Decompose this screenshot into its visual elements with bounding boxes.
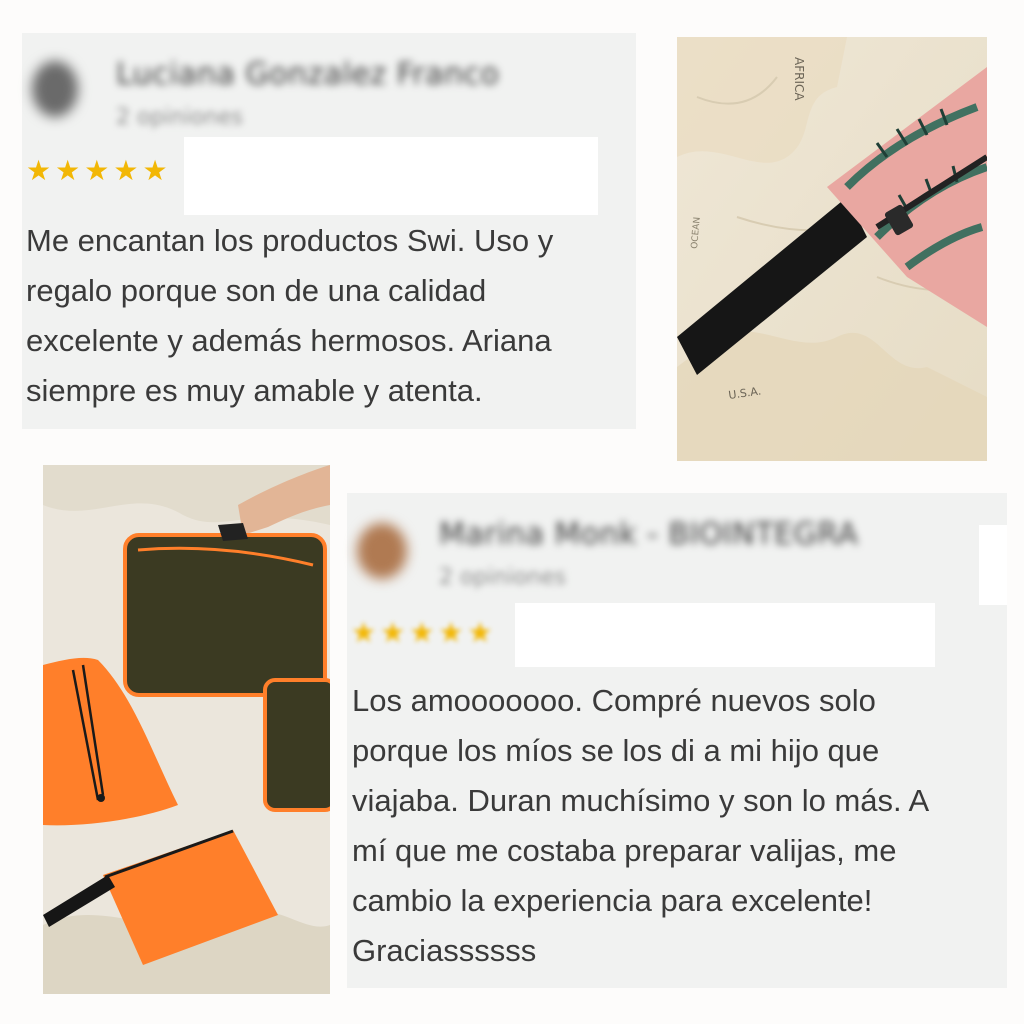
review-line: Los amooooooo. Compré nuevos solo	[352, 683, 876, 718]
travel-organizers-illustration	[43, 465, 330, 994]
star-icon: ★	[142, 154, 168, 187]
reviewer-subtitle: 2 opiniones	[116, 105, 243, 130]
star-icon: ★	[26, 154, 52, 187]
star-icon: ★	[84, 154, 110, 187]
reviewer-name: Luciana Gonzalez Franco	[116, 57, 500, 92]
review-line: mí que me costaba preparar valijas, me	[352, 833, 897, 868]
reviewer-name: Marina Monk - BIOINTEGRA	[439, 517, 859, 552]
star-icon: ★	[438, 616, 464, 649]
star-rating: ★ ★ ★ ★ ★	[351, 619, 493, 647]
star-icon: ★	[55, 154, 81, 187]
star-icon: ★	[113, 154, 139, 187]
review-line: viajaba. Duran muchísimo y son lo más. A	[352, 783, 930, 818]
review-card-1: Luciana Gonzalez Franco 2 opiniones ★ ★ …	[22, 33, 636, 429]
reviewer-avatar	[357, 523, 407, 579]
leaf-pouch-illustration: AFRICA OCEAN U.S.A.	[677, 37, 987, 461]
map-label: AFRICA	[792, 57, 806, 101]
star-icon: ★	[409, 616, 435, 649]
review-line: cambio la experiencia para excelente!	[352, 883, 873, 918]
redaction-box	[979, 525, 1007, 605]
star-icon: ★	[351, 616, 377, 649]
photo-leaf-pouch: AFRICA OCEAN U.S.A.	[677, 37, 987, 461]
star-icon: ★	[467, 616, 493, 649]
redaction-box	[184, 137, 598, 215]
photo-travel-organizers	[43, 465, 330, 994]
star-icon: ★	[380, 616, 406, 649]
small-olive-cube	[263, 678, 330, 812]
olive-packing-cube	[123, 533, 327, 697]
redaction-box	[515, 603, 935, 667]
review-line: regalo porque son de una calidad	[26, 273, 487, 308]
review-line: Graciassssss	[352, 933, 537, 968]
review-line: porque los míos se los di a mi hijo que	[352, 733, 880, 768]
star-rating: ★ ★ ★ ★ ★	[26, 157, 168, 185]
review-card-2: Marina Monk - BIOINTEGRA 2 opiniones ★ ★…	[347, 493, 1007, 988]
review-line: Me encantan los productos Swi. Uso y	[26, 223, 554, 258]
review-text: Me encantan los productos Swi. Uso y reg…	[26, 216, 632, 416]
review-line: excelente y además hermosos. Ariana	[26, 323, 552, 358]
review-text: Los amooooooo. Compré nuevos solo porque…	[352, 676, 1004, 976]
reviewer-subtitle: 2 opiniones	[439, 565, 566, 590]
reviewer-avatar	[32, 61, 78, 117]
review-line: siempre es muy amable y atenta.	[26, 373, 483, 408]
